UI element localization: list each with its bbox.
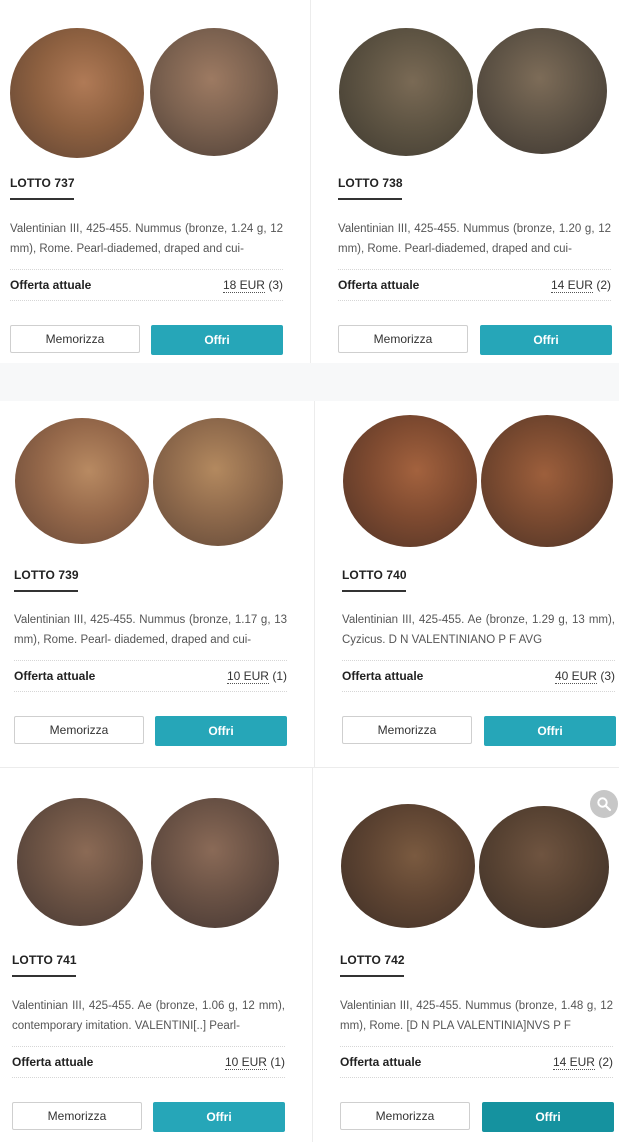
title-underline xyxy=(340,975,404,977)
save-button[interactable]: Memorizza xyxy=(12,1102,142,1130)
coin-reverse xyxy=(479,806,609,928)
offer-price[interactable]: 40 EUR xyxy=(554,669,597,684)
lot-image[interactable] xyxy=(17,798,297,948)
lot-description: Valentinian III, 425-455. Ae (bronze, 1.… xyxy=(342,614,615,646)
bid-button[interactable]: Offri xyxy=(151,325,283,355)
offer-label: Offerta attuale xyxy=(340,1055,422,1069)
coin-obverse xyxy=(343,415,477,547)
lot-card: LOTTO 737 Valentinian III, 425-455. Numm… xyxy=(0,0,310,363)
offer-value: 40 EUR (3) xyxy=(554,669,615,684)
lot-card: LOTTO 739 Valentinian III, 425-455. Numm… xyxy=(0,401,314,767)
offer-price[interactable]: 10 EUR xyxy=(224,1055,267,1070)
save-button[interactable]: Memorizza xyxy=(14,716,144,744)
lot-description: Valentinian III, 425-455. Nummus (bronze… xyxy=(10,223,283,255)
offer-label: Offerta attuale xyxy=(338,278,420,292)
coin-obverse xyxy=(341,804,475,928)
coin-reverse xyxy=(477,28,607,154)
offer-row: Offerta attuale 10 EUR (1) xyxy=(12,1046,285,1078)
lot-image[interactable] xyxy=(343,415,619,565)
magnifier-icon xyxy=(597,797,612,812)
lot-description: Valentinian III, 425-455. Nummus (bronze… xyxy=(340,1000,613,1032)
lot-card: LOTTO 740 Valentinian III, 425-455. Ae (… xyxy=(315,401,619,767)
coin-reverse xyxy=(481,415,613,547)
lot-image[interactable] xyxy=(339,28,619,178)
title-underline xyxy=(12,975,76,977)
save-button[interactable]: Memorizza xyxy=(342,716,472,744)
bid-count: (1) xyxy=(272,669,287,683)
lot-title[interactable]: LOTTO 737 xyxy=(10,176,75,190)
bid-button[interactable]: Offri xyxy=(482,1102,614,1132)
lot-title[interactable]: LOTTO 742 xyxy=(340,953,405,967)
bid-count: (1) xyxy=(270,1055,285,1069)
lot-title[interactable]: LOTTO 738 xyxy=(338,176,403,190)
offer-price[interactable]: 14 EUR xyxy=(550,278,593,293)
bid-button[interactable]: Offri xyxy=(153,1102,285,1132)
save-button[interactable]: Memorizza xyxy=(340,1102,470,1130)
lot-title[interactable]: LOTTO 740 xyxy=(342,568,407,582)
offer-row: Offerta attuale 18 EUR (3) xyxy=(10,269,283,301)
lot-title[interactable]: LOTTO 739 xyxy=(14,568,79,582)
offer-label: Offerta attuale xyxy=(12,1055,94,1069)
offer-row: Offerta attuale 40 EUR (3) xyxy=(342,660,615,692)
title-underline xyxy=(10,198,74,200)
coin-obverse xyxy=(10,28,144,158)
bid-button[interactable]: Offri xyxy=(484,716,616,746)
coin-reverse xyxy=(153,418,283,546)
coin-obverse xyxy=(17,798,143,926)
lot-image[interactable] xyxy=(15,418,295,568)
lot-image[interactable] xyxy=(10,28,290,178)
offer-row: Offerta attuale 10 EUR (1) xyxy=(14,660,287,692)
bid-count: (3) xyxy=(268,278,283,292)
offer-price[interactable]: 10 EUR xyxy=(226,669,269,684)
offer-value: 14 EUR (2) xyxy=(552,1055,613,1070)
bid-button[interactable]: Offri xyxy=(155,716,287,746)
lot-card: LOTTO 738 Valentinian III, 425-455. Numm… xyxy=(311,0,619,363)
coin-reverse xyxy=(150,28,278,156)
offer-label: Offerta attuale xyxy=(14,669,96,683)
lot-image[interactable] xyxy=(341,804,619,954)
coin-obverse xyxy=(339,28,473,156)
lot-description: Valentinian III, 425-455. Nummus (bronze… xyxy=(14,614,287,646)
offer-price[interactable]: 14 EUR xyxy=(552,1055,595,1070)
offer-label: Offerta attuale xyxy=(10,278,92,292)
offer-value: 10 EUR (1) xyxy=(226,669,287,684)
bid-count: (2) xyxy=(596,278,611,292)
bid-count: (2) xyxy=(598,1055,613,1069)
offer-price[interactable]: 18 EUR xyxy=(222,278,265,293)
coin-reverse xyxy=(151,798,279,928)
offer-value: 14 EUR (2) xyxy=(550,278,611,293)
lot-card: LOTTO 742 Valentinian III, 425-455. Numm… xyxy=(313,768,619,1142)
lot-title[interactable]: LOTTO 741 xyxy=(12,953,77,967)
zoom-button[interactable] xyxy=(590,790,618,818)
row-gap xyxy=(0,363,619,401)
save-button[interactable]: Memorizza xyxy=(338,325,468,353)
title-underline xyxy=(338,198,402,200)
offer-value: 10 EUR (1) xyxy=(224,1055,285,1070)
offer-value: 18 EUR (3) xyxy=(222,278,283,293)
lot-card: LOTTO 741 Valentinian III, 425-455. Ae (… xyxy=(0,768,312,1142)
lot-description: Valentinian III, 425-455. Nummus (bronze… xyxy=(338,223,611,255)
title-underline xyxy=(14,590,78,592)
coin-obverse xyxy=(15,418,149,544)
offer-row: Offerta attuale 14 EUR (2) xyxy=(338,269,611,301)
title-underline xyxy=(342,590,406,592)
bid-button[interactable]: Offri xyxy=(480,325,612,355)
bid-count: (3) xyxy=(600,669,615,683)
offer-row: Offerta attuale 14 EUR (2) xyxy=(340,1046,613,1078)
offer-label: Offerta attuale xyxy=(342,669,424,683)
save-button[interactable]: Memorizza xyxy=(10,325,140,353)
lot-description: Valentinian III, 425-455. Ae (bronze, 1.… xyxy=(12,1000,285,1032)
